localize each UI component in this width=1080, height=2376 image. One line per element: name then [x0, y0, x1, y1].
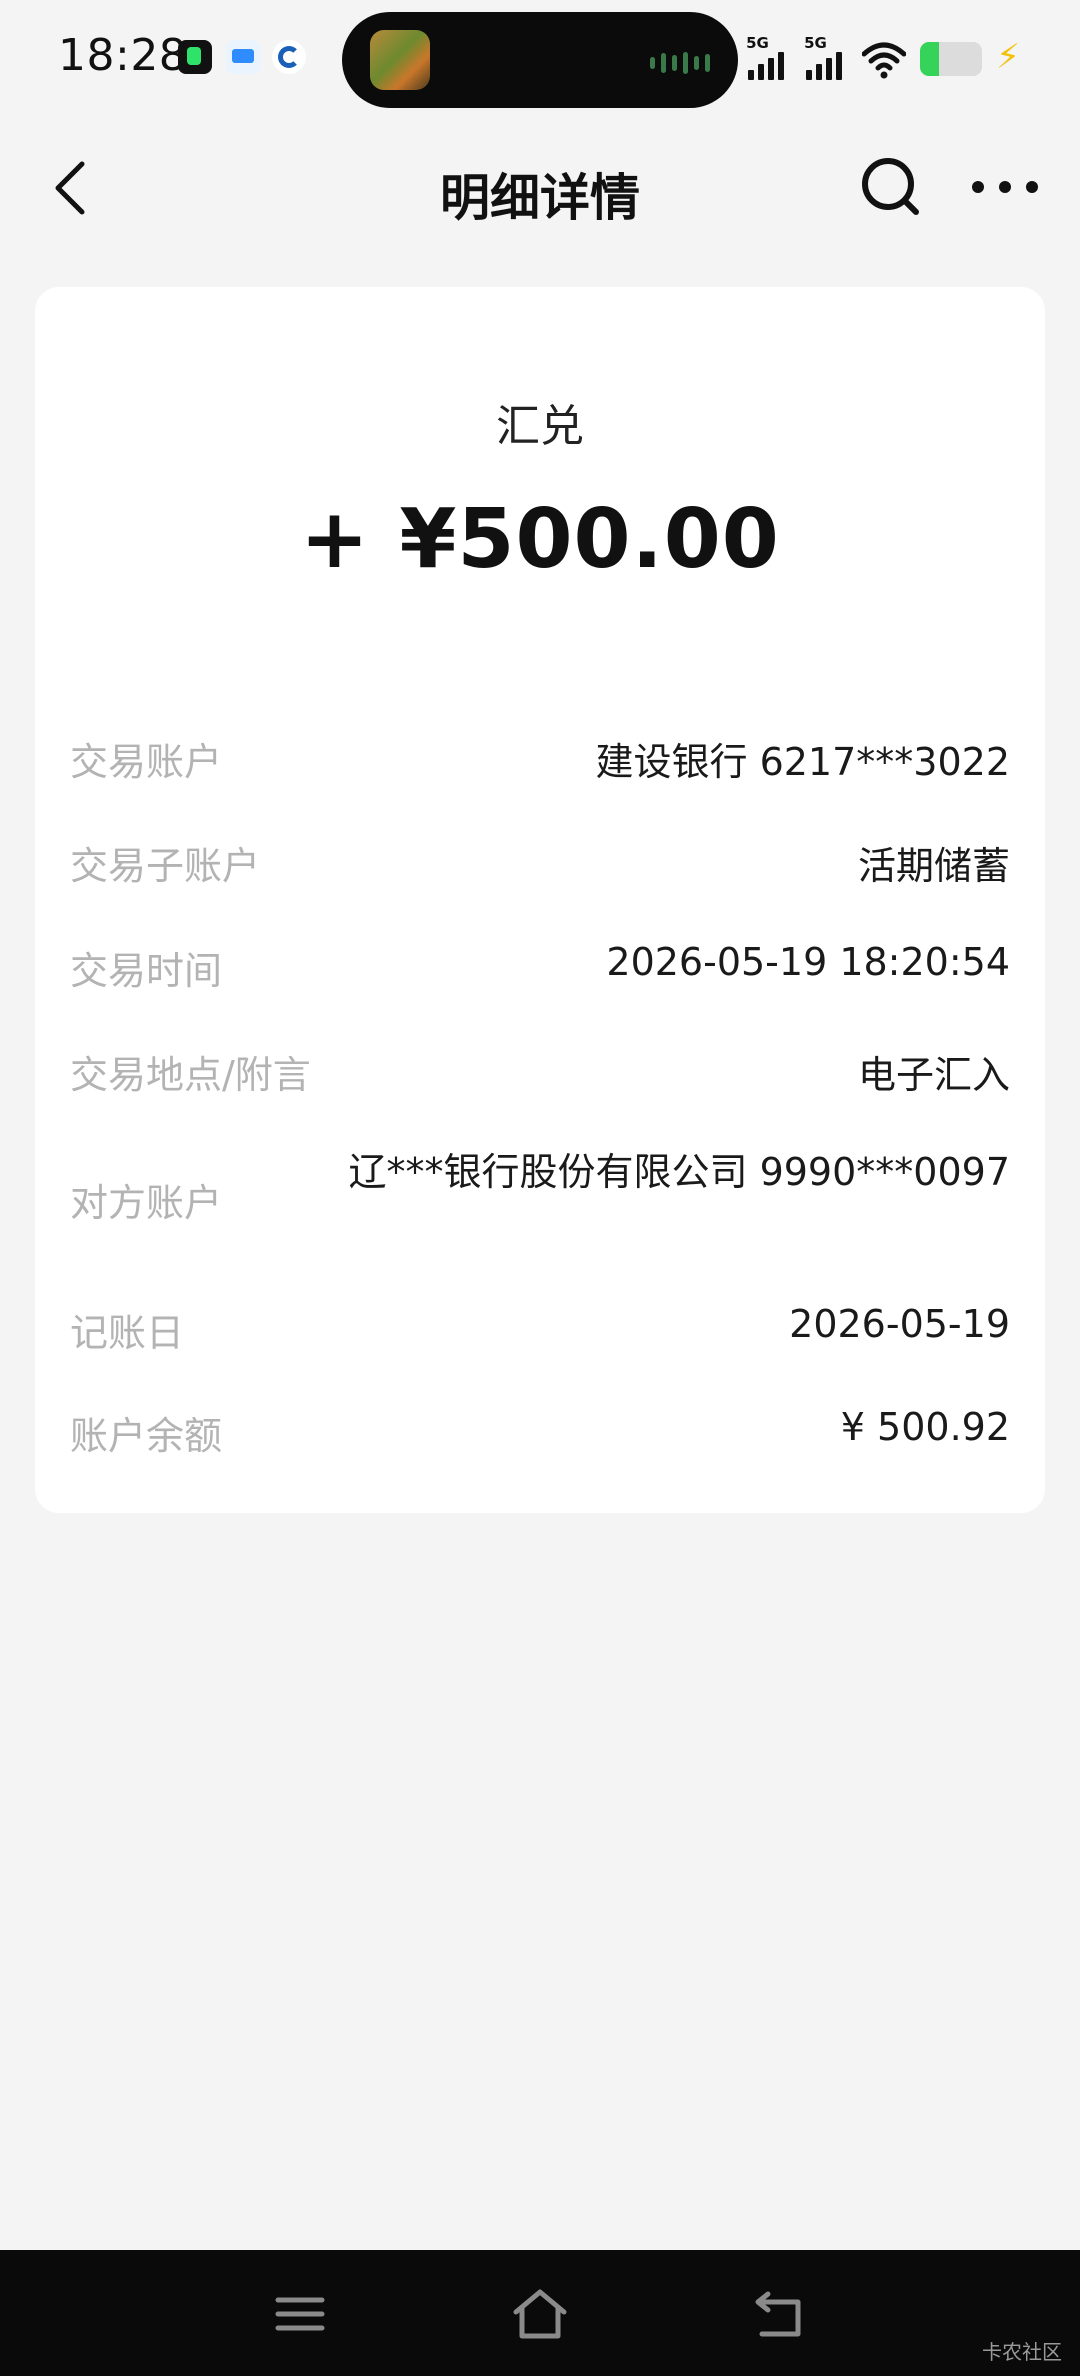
more-button[interactable] [968, 162, 1042, 212]
menu-icon [275, 2297, 325, 2331]
transaction-type: 汇兑 [496, 401, 584, 452]
detail-label: 账户余额 [70, 1414, 223, 1458]
transaction-card: 汇兑 + ¥500.00 交易账户 建设银行 6217***3022 交易子账户… [35, 287, 1045, 1513]
back-icon [755, 2291, 801, 2337]
dynamic-island[interactable] [342, 12, 738, 108]
message-app-icon [226, 40, 260, 74]
music-app-icon [178, 40, 212, 74]
media-thumbnail [370, 30, 430, 90]
status-indicators: 5G 5G ⚡ [746, 34, 1020, 80]
detail-value: 2026-05-19 [789, 1302, 1010, 1346]
system-nav-bar: 卡农社区 [0, 2250, 1080, 2376]
detail-label: 记账日 [70, 1311, 185, 1355]
signal-icon: 5G [804, 34, 848, 80]
detail-value: 建设银行 6217***3022 [595, 740, 1011, 784]
status-bar: 18:28 5G 5G ⚡ [0, 0, 1080, 120]
transaction-amount: + ¥500.00 [300, 492, 780, 587]
signal-icon: 5G [746, 34, 790, 80]
audio-wave-icon [650, 52, 710, 74]
detail-value: ¥ 500.92 [840, 1405, 1010, 1449]
status-time: 18:28 [58, 30, 188, 81]
detail-label: 对方账户 [70, 1181, 223, 1225]
charging-icon: ⚡ [996, 37, 1020, 77]
more-icon [972, 181, 1038, 193]
home-button[interactable] [508, 2282, 572, 2346]
detail-value: 2026-05-19 18:20:54 [606, 940, 1010, 984]
network-type-2: 5G [804, 34, 827, 52]
search-icon [862, 158, 919, 215]
menu-button[interactable] [268, 2282, 332, 2346]
detail-label: 交易地点/附言 [70, 1053, 311, 1097]
ccb-app-icon [272, 40, 306, 74]
wifi-icon [862, 42, 907, 79]
header: 明细详情 [0, 130, 1080, 250]
search-button[interactable] [858, 154, 926, 222]
detail-value: 辽***银行股份有限公司 9990***0097 [348, 1150, 1011, 1194]
network-type-1: 5G [746, 34, 769, 52]
back-button[interactable] [44, 158, 104, 218]
battery-icon [920, 42, 983, 76]
home-icon [513, 2289, 567, 2339]
watermark: 卡农社区 [982, 2340, 1062, 2364]
detail-value: 活期储蓄 [857, 844, 1010, 888]
back-nav-button[interactable] [748, 2282, 812, 2346]
detail-label: 交易子账户 [70, 844, 261, 888]
detail-label: 交易账户 [70, 740, 223, 784]
detail-value: 电子汇入 [857, 1053, 1010, 1097]
chevron-left-icon [55, 161, 85, 215]
detail-label: 交易时间 [70, 949, 223, 993]
